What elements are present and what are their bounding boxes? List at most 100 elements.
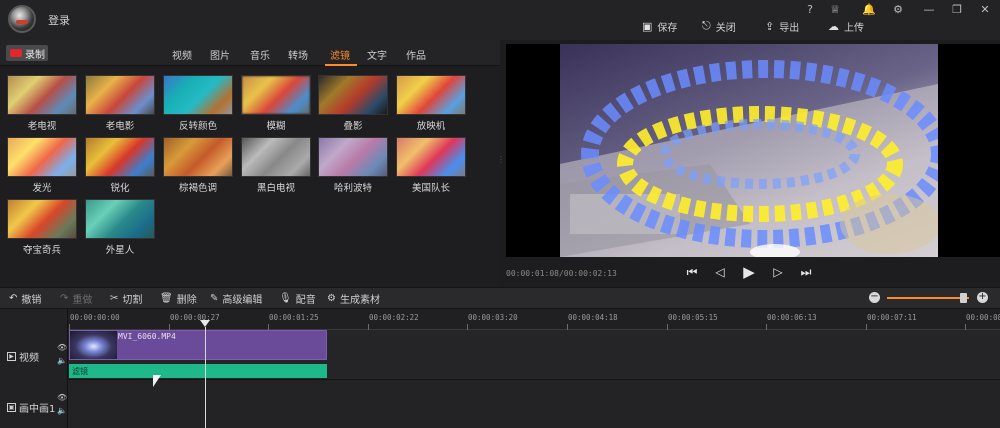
ruler-label: 00:00:06:13 xyxy=(767,313,817,322)
advanced-edit-button[interactable]: ✎ 高级编辑 xyxy=(210,292,263,306)
mouse-cursor-icon xyxy=(153,375,161,387)
filter-label: 放映机 xyxy=(416,121,446,132)
pip-track-label: ▣ 画中画1 xyxy=(7,400,55,415)
upload-label: 上传 xyxy=(844,22,864,34)
filter-clip[interactable] xyxy=(69,364,327,378)
trash-icon: 🗑 xyxy=(160,293,173,304)
advanced-edit-label: 高级编辑 xyxy=(222,295,263,306)
preview-timecode: 00:00:01:08/00:00:02:13 xyxy=(506,269,617,278)
filter-label: 夺宝奇兵 xyxy=(22,245,61,256)
pip-track-name: 画中画1 xyxy=(19,404,56,415)
visibility-eye-icon[interactable]: 👁 xyxy=(57,393,67,402)
filter-thumb-ghost[interactable] xyxy=(318,75,388,115)
redo-icon: ↷ xyxy=(60,293,69,304)
filter-label: 哈利波特 xyxy=(333,183,372,194)
pip-track-row[interactable] xyxy=(68,380,1000,428)
filter-thumb-harry-potter[interactable] xyxy=(318,137,388,177)
filter-thumb-projector[interactable] xyxy=(396,75,466,115)
pip-track-icon: ▣ xyxy=(7,403,16,412)
step-back-icon[interactable]: ◁ xyxy=(712,264,728,280)
settings-gear-icon[interactable]: ⚙ xyxy=(889,3,907,16)
video-track-name: 视频 xyxy=(19,353,39,364)
maximize-icon[interactable]: ❐ xyxy=(948,3,966,16)
filter-thumb-glow[interactable] xyxy=(7,137,77,177)
close-window-icon[interactable]: ✕ xyxy=(976,3,994,16)
login-link[interactable]: 登录 xyxy=(48,12,70,28)
tab-music[interactable]: 音乐 xyxy=(250,47,270,62)
ruler-label: 00:00:07:11 xyxy=(867,313,917,322)
export-button[interactable]: ⇪ 导出 xyxy=(765,19,799,34)
ruler-label: 00:00:00:00 xyxy=(70,313,120,322)
filter-thumb-old-tv[interactable] xyxy=(7,75,77,115)
zoom-slider[interactable] xyxy=(887,297,969,299)
skip-to-end-icon[interactable]: ⏭ xyxy=(798,264,814,280)
filter-label: 黑白电视 xyxy=(256,183,295,194)
ruler-label: 00:00:00:27 xyxy=(170,313,220,322)
zoom-in-icon[interactable]: + xyxy=(977,292,988,303)
undo-icon: ↶ xyxy=(9,293,18,304)
filter-clip-label: 滤镜 xyxy=(72,367,88,376)
filter-label: 模糊 xyxy=(266,121,286,132)
vip-crown-icon[interactable]: ♕ xyxy=(826,3,844,16)
video-track-label: ▶ 视频 xyxy=(7,349,39,364)
filter-thumb-blur[interactable] xyxy=(241,75,311,115)
filter-label: 外星人 xyxy=(105,245,135,256)
redo-button[interactable]: ↷ 重做 xyxy=(60,292,92,306)
cut-label: 切割 xyxy=(122,295,143,306)
ruler-label: 00:00:03:20 xyxy=(468,313,518,322)
filter-label: 美国队长 xyxy=(411,183,450,194)
cut-button[interactable]: ✂ 切割 xyxy=(110,292,143,306)
save-icon: ▣ xyxy=(642,19,653,33)
undo-button[interactable]: ↶ 撤销 xyxy=(9,292,42,306)
upload-button[interactable]: ☁ 上传 xyxy=(828,19,864,34)
filter-thumb-alien[interactable] xyxy=(85,199,155,239)
upload-cloud-icon: ☁ xyxy=(828,19,839,33)
microphone-icon: 🎙 xyxy=(279,293,292,304)
panel-splitter-handle[interactable]: ⋮ xyxy=(497,155,505,167)
dub-button[interactable]: 🎙 配音 xyxy=(279,292,316,306)
visibility-eye-icon[interactable]: 👁 xyxy=(57,343,67,352)
tab-image[interactable]: 图片 xyxy=(210,47,230,62)
playhead-line xyxy=(205,327,206,428)
preview-frame xyxy=(560,44,938,257)
zoom-slider-handle[interactable] xyxy=(960,293,967,303)
volume-icon[interactable]: 🔈 xyxy=(57,406,67,415)
filter-label: 棕褐色调 xyxy=(178,183,217,194)
filter-thumb-invert[interactable] xyxy=(163,75,233,115)
filter-label: 发光 xyxy=(32,183,52,194)
tab-video[interactable]: 视频 xyxy=(172,47,192,62)
tab-filter[interactable]: 滤镜 xyxy=(330,47,350,62)
filter-label: 锐化 xyxy=(110,183,130,194)
generate-material-button[interactable]: ⚙ 生成素材 xyxy=(327,292,380,306)
undo-label: 撤销 xyxy=(21,295,42,306)
filter-thumb-bw-tv[interactable] xyxy=(241,137,311,177)
record-button[interactable]: 录制 xyxy=(6,45,48,61)
help-icon[interactable]: ? xyxy=(801,3,819,16)
filter-label: 叠影 xyxy=(343,121,363,132)
user-avatar[interactable] xyxy=(8,5,36,33)
filter-thumb-sharpen[interactable] xyxy=(85,137,155,177)
filter-thumb-sepia[interactable] xyxy=(163,137,233,177)
notification-bell-icon[interactable]: 🔔 xyxy=(860,3,878,16)
scissors-icon: ✂ xyxy=(110,293,119,304)
playhead-handle[interactable] xyxy=(200,320,210,327)
close-file-icon: ⎋ xyxy=(702,19,711,32)
skip-to-start-icon[interactable]: ⏮ xyxy=(684,264,700,280)
play-icon[interactable]: ▶ xyxy=(741,264,757,280)
delete-button[interactable]: 🗑 删除 xyxy=(160,292,197,306)
dub-label: 配音 xyxy=(295,295,316,306)
tab-transition[interactable]: 转场 xyxy=(288,47,308,62)
step-forward-icon[interactable]: ▷ xyxy=(770,264,786,280)
filter-thumb-old-film[interactable] xyxy=(85,75,155,115)
save-button[interactable]: ▣ 保存 xyxy=(642,19,677,34)
tab-text[interactable]: 文字 xyxy=(367,47,387,62)
volume-icon[interactable]: 🔈 xyxy=(57,356,67,365)
zoom-out-icon[interactable]: − xyxy=(869,292,880,303)
ruler-label: 00:00:05:15 xyxy=(668,313,718,322)
filter-thumb-raiders[interactable] xyxy=(7,199,77,239)
filter-thumb-captain-america[interactable] xyxy=(396,137,466,177)
pencil-icon: ✎ xyxy=(210,293,219,304)
tab-works[interactable]: 作品 xyxy=(406,47,426,62)
minimize-icon[interactable]: — xyxy=(920,3,938,16)
close-button[interactable]: ⎋ 关闭 xyxy=(702,19,736,34)
